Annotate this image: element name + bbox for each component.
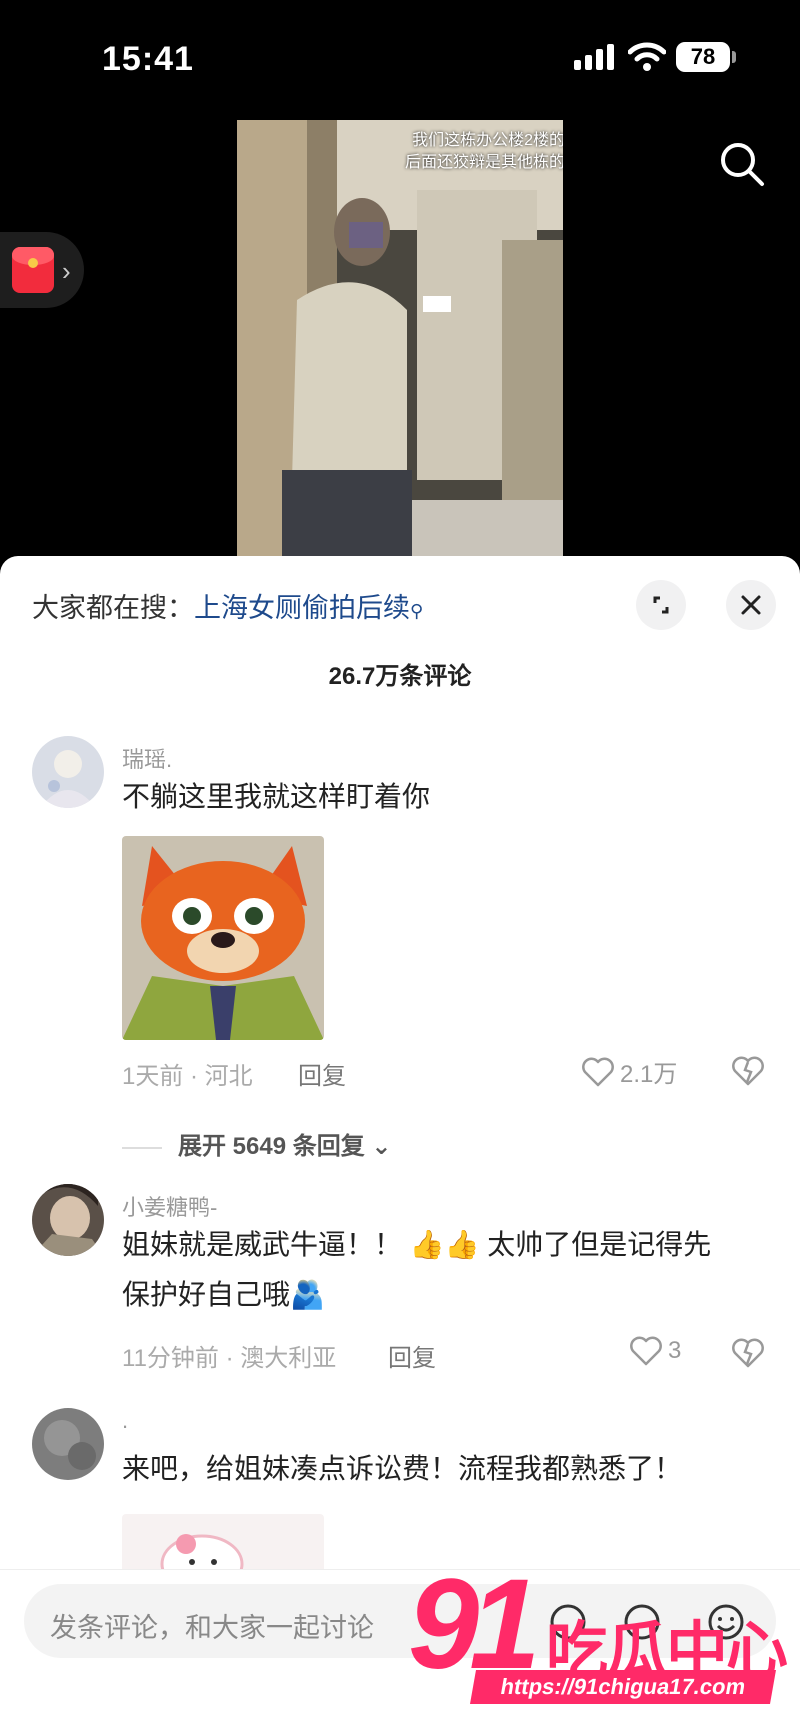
avatar[interactable] (32, 1184, 104, 1256)
chevron-right-icon: › (62, 256, 71, 286)
trending-search-keyword[interactable]: 上海女厕偷拍后续 (194, 593, 410, 623)
chevron-down-icon: ⌄ (364, 1133, 392, 1160)
status-bar: 15:41 78 (0, 0, 800, 110)
reply-button[interactable]: 回复 (388, 1338, 436, 1373)
watermark-url: https://91chigua17.com (470, 1670, 776, 1704)
like-count: 2.1万 (620, 1061, 678, 1088)
avatar[interactable] (32, 736, 104, 808)
expand-replies-label: 展开 5649 条回复 (178, 1133, 365, 1160)
expand-icon (653, 596, 669, 614)
search-icon[interactable] (718, 140, 766, 188)
dislike-icon[interactable] (732, 1338, 764, 1368)
comment-sticker-image[interactable] (122, 1514, 324, 1574)
video-frame-image (237, 120, 563, 556)
battery-tip (732, 51, 736, 63)
expand-replies-button[interactable]: 展开 5649 条回复 ⌄ (122, 1126, 392, 1161)
like-count: 3 (668, 1337, 682, 1364)
red-packet-seal (28, 258, 38, 268)
comment-count: 26.7万条评论 (328, 663, 472, 690)
video-player[interactable]: 我们这栋办公楼2楼的 后面还狡辩是其他栋的 (237, 120, 563, 556)
heart-icon (582, 1057, 614, 1086)
comment-author[interactable]: 小姜糖鸭- (122, 1190, 217, 1222)
comment-meta: 1天前 · 河北 (122, 1063, 253, 1090)
wifi-icon (628, 42, 666, 71)
red-packet-button[interactable]: › (0, 232, 84, 308)
dislike-icon[interactable] (732, 1056, 764, 1086)
watermark-logo: 91 吃瓜中心 https://91chigua17.com (408, 1560, 793, 1710)
like-button[interactable]: 3 (630, 1336, 681, 1366)
close-button[interactable] (726, 580, 776, 630)
comment-input-placeholder: 发条评论，和大家一起讨论 (50, 1613, 374, 1643)
avatar[interactable] (32, 1408, 104, 1480)
reply-button[interactable]: 回复 (298, 1056, 346, 1091)
cellular-signal-icon (574, 44, 614, 70)
comments-panel: 大家都在搜：上海女厕偷拍后续⚲ 26.7万条评论 瑞瑶. 不躺这里我就这样盯着你 (0, 556, 800, 1735)
comment-text: 来吧，给姐妹凑点诉讼费！流程我都熟悉了！ (122, 1453, 683, 1484)
comment-sticker-image[interactable] (122, 836, 324, 1040)
battery-icon: 78 (676, 42, 730, 72)
fullscreen-button[interactable] (636, 580, 686, 630)
like-button[interactable]: 2.1万 (582, 1054, 677, 1089)
comment-text: 姐妹就是威武牛逼！！ 👍👍 太帅了但是记得先 保护好自己哦🫂 (122, 1229, 712, 1310)
status-time: 15:41 (102, 40, 194, 78)
comment-author[interactable]: . (122, 1408, 128, 1434)
trending-search-prefix: 大家都在搜： (32, 593, 194, 623)
comment-author[interactable]: 瑞瑶. (122, 742, 172, 774)
search-small-icon: ⚲ (410, 601, 424, 621)
divider-line (122, 1146, 162, 1149)
trending-search[interactable]: 大家都在搜：上海女厕偷拍后续⚲ (32, 586, 423, 625)
comment-meta: 11分钟前 · 澳大利亚 (122, 1345, 337, 1372)
heart-icon (630, 1336, 662, 1366)
close-icon (741, 595, 761, 615)
comment-text: 不躺这里我就这样盯着你 (122, 781, 431, 812)
video-caption: 我们这栋办公楼2楼的 后面还狡辩是其他栋的 (404, 132, 563, 171)
